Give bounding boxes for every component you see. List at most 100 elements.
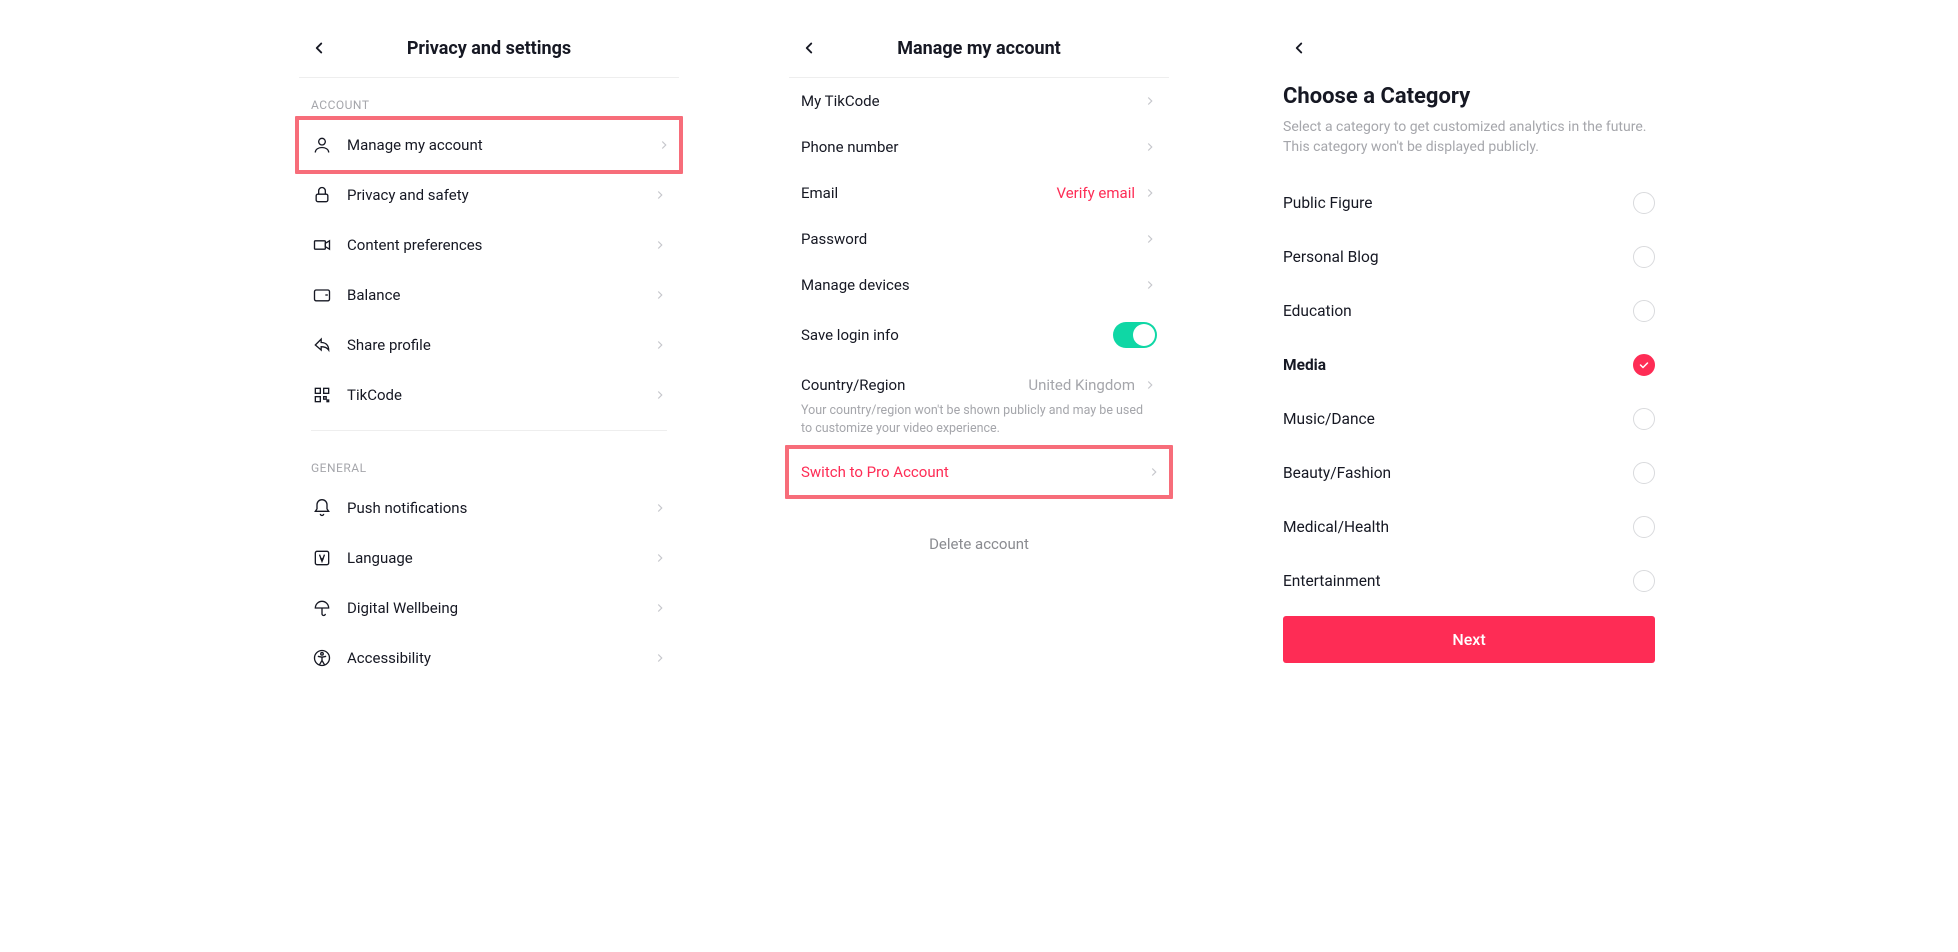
row-manage-devices[interactable]: Manage devices — [789, 262, 1169, 308]
header: Manage my account — [789, 30, 1169, 78]
wallet-icon — [311, 284, 333, 306]
radio-icon — [1633, 300, 1655, 322]
chevron-left-icon — [1290, 39, 1308, 57]
category-entertainment[interactable]: Entertainment — [1279, 554, 1659, 608]
chevron-right-icon — [1143, 278, 1157, 292]
page-title: Manage my account — [789, 38, 1169, 59]
row-save-login[interactable]: Save login info — [789, 308, 1169, 362]
screen-manage-account: Manage my account My TikCode Phone numbe… — [789, 30, 1169, 683]
chevron-right-icon — [657, 138, 671, 152]
chevron-right-icon — [1147, 465, 1161, 479]
back-button[interactable] — [307, 36, 331, 60]
category-label: Entertainment — [1283, 572, 1381, 590]
row-my-tikcode[interactable]: My TikCode — [789, 78, 1169, 124]
row-label: Manage my account — [347, 136, 657, 154]
row-label: Content preferences — [347, 236, 653, 254]
chevron-right-icon — [653, 288, 667, 302]
qr-icon — [311, 384, 333, 406]
radio-icon — [1633, 192, 1655, 214]
chevron-right-icon — [1143, 94, 1157, 108]
chevron-left-icon — [310, 39, 328, 57]
share-icon — [311, 334, 333, 356]
row-label: Language — [347, 549, 653, 567]
radio-checked-icon — [1633, 354, 1655, 376]
user-icon — [311, 134, 333, 156]
row-push-notifications[interactable]: Push notifications — [299, 483, 679, 533]
row-password[interactable]: Password — [789, 216, 1169, 262]
category-music-dance[interactable]: Music/Dance — [1279, 392, 1659, 446]
category-label: Music/Dance — [1283, 410, 1375, 428]
row-balance[interactable]: Balance — [299, 270, 679, 320]
chevron-left-icon — [800, 39, 818, 57]
row-switch-pro[interactable]: Switch to Pro Account — [785, 445, 1173, 499]
section-label-account: ACCOUNT — [299, 78, 679, 120]
row-label: Switch to Pro Account — [801, 463, 1147, 481]
row-manage-account[interactable]: Manage my account — [295, 116, 683, 174]
choose-category-subtitle: Select a category to get customized anal… — [1279, 117, 1659, 176]
accessibility-icon — [311, 647, 333, 669]
row-accessibility[interactable]: Accessibility — [299, 633, 679, 683]
row-label: Share profile — [347, 336, 653, 354]
page-title: Privacy and settings — [299, 38, 679, 59]
row-label: Save login info — [801, 326, 1113, 344]
section-label-general: GENERAL — [299, 441, 679, 483]
row-label: Manage devices — [801, 276, 1143, 294]
row-email[interactable]: Email Verify email — [789, 170, 1169, 216]
category-education[interactable]: Education — [1279, 284, 1659, 338]
chevron-right-icon — [653, 501, 667, 515]
chevron-right-icon — [653, 651, 667, 665]
screen-choose-category: Choose a Category Select a category to g… — [1279, 30, 1659, 683]
video-icon — [311, 234, 333, 256]
category-personal-blog[interactable]: Personal Blog — [1279, 230, 1659, 284]
toggle-save-login[interactable] — [1113, 322, 1157, 348]
divider — [311, 430, 667, 431]
next-button[interactable]: Next — [1283, 616, 1655, 663]
row-language[interactable]: Language — [299, 533, 679, 583]
choose-category-title: Choose a Category — [1279, 56, 1659, 117]
row-value: United Kingdom — [1028, 376, 1135, 394]
chevron-right-icon — [1143, 232, 1157, 246]
category-beauty-fashion[interactable]: Beauty/Fashion — [1279, 446, 1659, 500]
row-label: Password — [801, 230, 1143, 248]
row-label: Country/Region — [801, 376, 1028, 394]
screen-privacy-settings: Privacy and settings ACCOUNT Manage my a… — [299, 30, 679, 683]
category-label: Medical/Health — [1283, 518, 1389, 536]
category-public-figure[interactable]: Public Figure — [1279, 176, 1659, 230]
radio-icon — [1633, 246, 1655, 268]
category-media[interactable]: Media — [1279, 338, 1659, 392]
radio-icon — [1633, 462, 1655, 484]
row-content-prefs[interactable]: Content preferences — [299, 220, 679, 270]
radio-icon — [1633, 516, 1655, 538]
row-label: My TikCode — [801, 92, 1143, 110]
umbrella-icon — [311, 597, 333, 619]
row-label: Email — [801, 184, 1056, 202]
back-button[interactable] — [797, 36, 821, 60]
chevron-right-icon — [653, 551, 667, 565]
row-phone-number[interactable]: Phone number — [789, 124, 1169, 170]
category-label: Public Figure — [1283, 194, 1372, 212]
row-share-profile[interactable]: Share profile — [299, 320, 679, 370]
chevron-right-icon — [653, 388, 667, 402]
chevron-right-icon — [1143, 378, 1157, 392]
row-label: Balance — [347, 286, 653, 304]
language-icon — [311, 547, 333, 569]
delete-account-link[interactable]: Delete account — [789, 495, 1169, 563]
row-label: Digital Wellbeing — [347, 599, 653, 617]
row-tikcode[interactable]: TikCode — [299, 370, 679, 420]
category-medical-health[interactable]: Medical/Health — [1279, 500, 1659, 554]
row-label: Privacy and safety — [347, 186, 653, 204]
row-privacy-safety[interactable]: Privacy and safety — [299, 170, 679, 220]
header: Privacy and settings — [299, 30, 679, 78]
chevron-right-icon — [653, 188, 667, 202]
chevron-right-icon — [1143, 186, 1157, 200]
bell-icon — [311, 497, 333, 519]
lock-icon — [311, 184, 333, 206]
row-country[interactable]: Country/Region United Kingdom — [789, 362, 1169, 408]
row-digital-wellbeing[interactable]: Digital Wellbeing — [299, 583, 679, 633]
category-label: Personal Blog — [1283, 248, 1379, 266]
row-label: TikCode — [347, 386, 653, 404]
category-label: Beauty/Fashion — [1283, 464, 1391, 482]
back-button[interactable] — [1287, 36, 1311, 60]
row-label: Phone number — [801, 138, 1143, 156]
header — [1279, 30, 1659, 56]
